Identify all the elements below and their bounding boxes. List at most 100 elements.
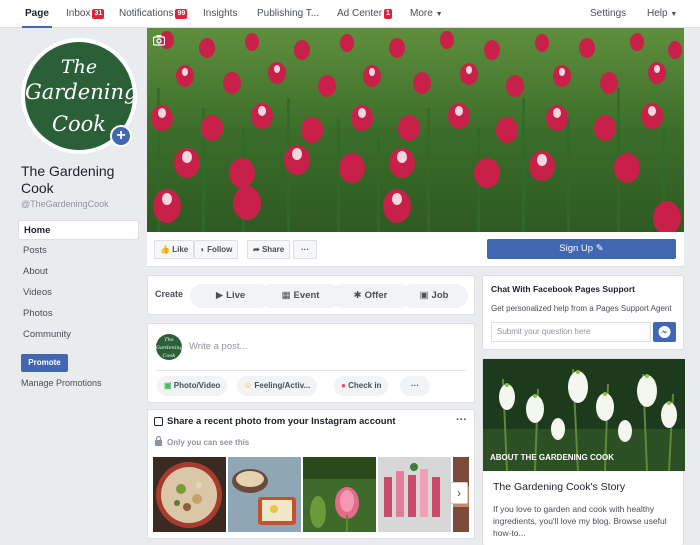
sidebar-item-home[interactable]: Home [18,220,139,240]
event-label: Event [293,290,320,301]
follow-button[interactable]: ◗ Follow [194,240,239,259]
share-label: Share [261,245,285,254]
live-label: Live [226,290,246,301]
about-image[interactable]: ABOUT THE GARDENING COOK [483,359,685,471]
photo-video-button[interactable]: ▣ Photo/Video [157,376,228,396]
chat-support-card: Chat With Facebook Pages Support Get per… [482,275,684,350]
instagram-share-card: Share a recent photo from your Instagram… [147,409,475,539]
manage-promotions-link[interactable]: Manage Promotions [21,378,102,388]
small-logo-line2: Gardening [156,345,182,351]
tab-insights-label: Insights [203,8,238,19]
sign-up-label: Sign Up [559,243,594,254]
job-label: Job [431,290,449,301]
tab-ad-center-label: Ad Center [337,8,383,19]
tab-inbox[interactable]: Inbox 31 [66,0,105,28]
more-post-options-button[interactable]: ··· [400,376,430,396]
cover-photo[interactable] [147,28,684,232]
about-section-label: ABOUT THE GARDENING COOK [490,453,614,462]
sidebar-item-posts[interactable]: Posts [18,241,139,261]
page-avatar-small: The Gardening Cook [156,334,182,360]
share-button[interactable]: ➦ Share [247,240,291,259]
about-card: ABOUT THE GARDENING COOK The Gardening C… [482,358,685,545]
location-pin-icon: ● [341,381,346,390]
follow-label: Follow [207,245,233,254]
write-post-input[interactable]: Write a post... [189,341,247,352]
offer-tag-icon: ✱ [353,290,362,301]
card-menu-button[interactable]: ··· [456,414,467,426]
support-question-input[interactable]: Submit your question here [491,322,651,342]
tab-settings-label: Settings [590,8,627,19]
page-action-bar: 👍 Like ◗ Follow ➦ Share ··· Sign Up ✎ [147,232,684,267]
sidebar-item-about[interactable]: About [18,262,139,282]
tab-notifications[interactable]: Notifications 99 [119,0,188,28]
tab-more[interactable]: More ▼ [410,0,443,28]
tab-help-label: Help [647,8,668,19]
camera-icon[interactable] [153,34,165,46]
tab-publishing-tools[interactable]: Publishing T... [257,0,319,28]
briefcase-icon: ▣ [419,290,429,301]
smiley-icon: ☺ [244,381,253,390]
tab-more-label: More [410,8,433,19]
tulip-field-image [147,28,684,232]
tab-notifications-label: Notifications [119,8,174,19]
offer-label: Offer [364,290,388,301]
instagram-photo-3[interactable] [303,457,376,532]
tab-inbox-label: Inbox [66,8,91,19]
ad-center-count-badge: 1 [384,9,392,19]
chat-support-description: Get personalized help from a Pages Suppo… [491,304,672,313]
lock-icon [154,435,163,446]
rss-icon: ◗ [200,245,205,254]
instagram-photo-2[interactable] [228,457,301,532]
check-in-button[interactable]: ● Check in [334,376,389,396]
photo-video-label: Photo/Video [173,381,221,390]
create-card: Create ▶ Live ▦ Event ✱ Offer ▣ Job [147,275,475,315]
promote-button[interactable]: Promote [21,354,68,372]
instagram-photo-1[interactable] [153,457,226,532]
sidebar-item-photos[interactable]: Photos [18,304,139,324]
caret-down-icon: ▼ [670,11,678,18]
caret-down-icon: ▼ [435,11,443,18]
story-title[interactable]: The Gardening Cook's Story [493,481,625,493]
tab-insights[interactable]: Insights [203,0,237,28]
like-button[interactable]: 👍 Like [154,240,195,259]
tab-page[interactable]: Page [22,0,52,28]
tab-settings[interactable]: Settings [590,0,626,28]
instagram-card-title: Share a recent photo from your Instagram… [167,416,396,427]
thumbs-up-icon: 👍 [160,245,170,254]
messenger-icon [658,326,671,338]
like-label: Like [172,245,189,254]
chevron-right-icon[interactable]: › [450,482,468,504]
more-actions-button[interactable]: ··· [293,240,317,259]
logo-text-line2: Gardening [25,80,137,104]
visibility-note: Only you can see this [167,438,250,447]
story-excerpt: If you love to garden and cook with heal… [493,504,667,538]
tab-page-label: Page [25,8,49,19]
create-live-button[interactable]: ▶ Live [190,284,271,308]
create-event-button[interactable]: ▦ Event [260,284,341,308]
messenger-send-button[interactable] [653,322,676,342]
left-column: The Gardening Cook + The Gardening Cook … [0,28,146,545]
feeling-activity-button[interactable]: ☺ Feeling/Activ... [237,376,318,396]
page-handle[interactable]: @TheGardeningCook [21,199,109,209]
page-top-nav: Page Inbox 31 Notifications 99 Insights Pu… [0,0,700,28]
create-offer-button[interactable]: ✱ Offer [330,284,411,308]
chat-support-title: Chat With Facebook Pages Support [491,284,635,294]
video-camera-icon: ▶ [215,290,224,301]
tab-publishing-label: Publishing T... [257,8,320,19]
tab-ad-center[interactable]: Ad Center 1 [337,0,392,28]
add-profile-picture-icon[interactable]: + [110,125,132,147]
write-post-card: The Gardening Cook Write a post... ▣ Pho… [147,323,475,403]
sidebar-item-videos[interactable]: Videos [18,283,139,303]
notifications-count-badge: 99 [175,9,188,19]
instagram-photo-4[interactable] [378,457,451,532]
photo-icon: ▣ [164,381,172,390]
instagram-icon [154,417,163,426]
check-in-label: Check in [348,381,382,390]
create-job-button[interactable]: ▣ Job [400,284,468,308]
tab-help[interactable]: Help ▼ [647,0,677,28]
calendar-icon: ▦ [281,290,291,301]
sidebar-item-community[interactable]: Community [18,325,139,345]
feeling-label: Feeling/Activ... [254,381,311,390]
inbox-count-badge: 31 [92,9,105,19]
sign-up-button[interactable]: Sign Up ✎ [487,239,676,259]
